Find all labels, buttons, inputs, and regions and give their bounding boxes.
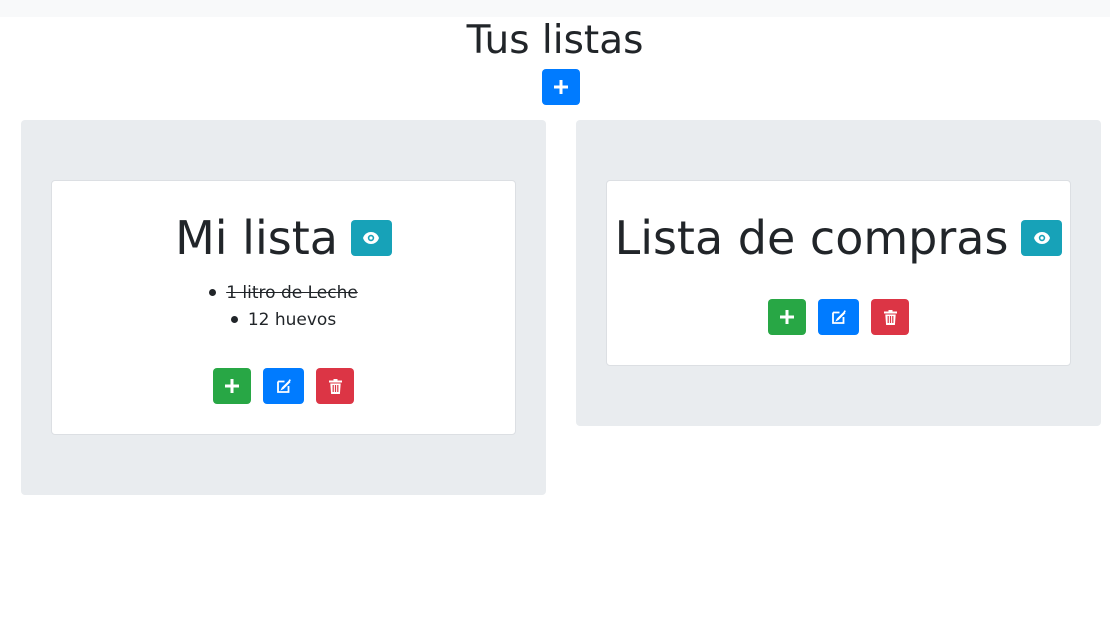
list-item[interactable]: 1 litro de Leche xyxy=(52,279,515,306)
list-title: Lista de compras xyxy=(614,211,1009,265)
view-list-button[interactable] xyxy=(1021,220,1063,256)
delete-list-button[interactable] xyxy=(316,368,354,404)
list-title-row: Mi lista xyxy=(52,208,515,268)
bullet-icon xyxy=(230,316,238,323)
edit-list-button[interactable] xyxy=(263,368,304,404)
list-card-mi-lista: Mi lista 1 litro de Leche 12 huevos xyxy=(51,180,516,435)
eye-icon xyxy=(1033,232,1050,244)
trash-icon xyxy=(883,309,897,325)
list-actions xyxy=(607,299,1070,335)
plus-icon xyxy=(554,80,568,94)
view-list-button[interactable] xyxy=(350,220,392,256)
add-item-button[interactable] xyxy=(768,299,806,335)
list-item-text: 12 huevos xyxy=(247,309,337,330)
add-list-button[interactable] xyxy=(542,69,580,105)
list-item[interactable]: 12 huevos xyxy=(52,306,515,333)
list-card-lista-de-compras: Lista de compras xyxy=(606,180,1071,366)
plus-icon xyxy=(225,379,239,393)
add-item-button[interactable] xyxy=(213,368,251,404)
list-actions xyxy=(52,368,515,404)
trash-icon xyxy=(328,378,342,394)
eye-icon xyxy=(363,232,380,244)
page-title: Tus listas xyxy=(466,18,644,63)
list-title: Mi lista xyxy=(175,211,338,265)
edit-icon xyxy=(276,379,291,393)
list-title-row: Lista de compras xyxy=(607,208,1070,268)
top-bar xyxy=(0,0,1110,17)
edit-icon xyxy=(831,310,846,324)
list-items: 1 litro de Leche 12 huevos xyxy=(52,279,515,333)
bullet-icon xyxy=(209,289,217,296)
edit-list-button[interactable] xyxy=(818,299,859,335)
plus-icon xyxy=(780,310,794,324)
delete-list-button[interactable] xyxy=(871,299,909,335)
list-item-text: 1 litro de Leche xyxy=(226,282,358,303)
